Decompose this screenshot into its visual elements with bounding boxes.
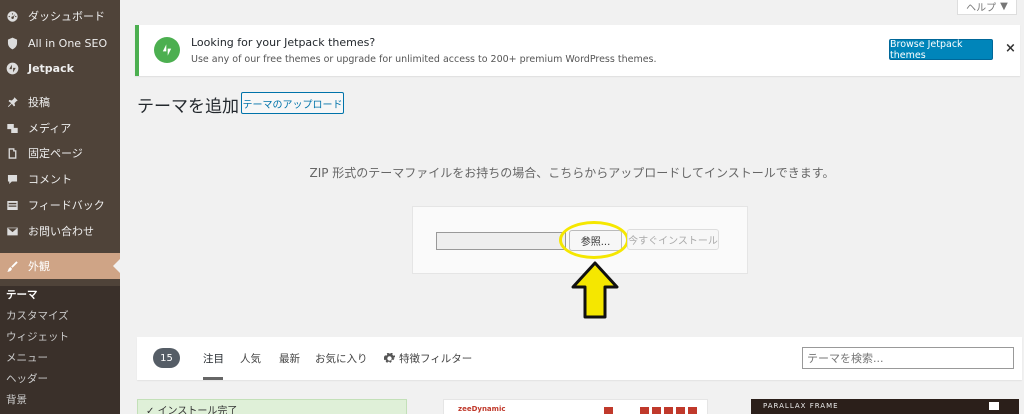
card-logo: zeeDynamic bbox=[458, 405, 506, 413]
sidebar-item-pages[interactable]: 固定ページ bbox=[0, 140, 120, 166]
active-tab-indicator bbox=[203, 377, 223, 380]
social-icon bbox=[676, 407, 685, 414]
triangle-down-icon: ▼ bbox=[1000, 0, 1008, 12]
jetpack-icon bbox=[5, 61, 19, 75]
mail-icon bbox=[5, 224, 19, 238]
sidebar-item-label: フィードバック bbox=[28, 199, 105, 212]
submenu-item-customize[interactable]: カスタマイズ bbox=[6, 307, 69, 325]
sidebar-item-label: メディア bbox=[28, 122, 72, 135]
sidebar-item-label: All in One SEO bbox=[28, 36, 108, 50]
submenu-item-header[interactable]: ヘッダー bbox=[6, 370, 48, 388]
gear-icon bbox=[384, 353, 395, 363]
close-icon[interactable]: × bbox=[1005, 41, 1016, 56]
card-title: PARALLAX FRAME bbox=[763, 402, 839, 410]
feedback-icon bbox=[5, 198, 19, 212]
sidebar-item-label: 固定ページ bbox=[28, 147, 83, 160]
theme-card-parallax-frame[interactable]: PARALLAX FRAME bbox=[751, 399, 1019, 414]
browse-button[interactable]: 参照... bbox=[569, 230, 622, 251]
sidebar-item-contact[interactable]: お問い合わせ bbox=[0, 218, 120, 244]
social-icon bbox=[652, 407, 661, 414]
submenu-item-widgets[interactable]: ウィジェット bbox=[6, 328, 69, 346]
theme-card-installed[interactable]: ✓ インストール完了 bbox=[137, 399, 407, 414]
sidebar-item-media[interactable]: メディア bbox=[0, 115, 120, 141]
pin-icon bbox=[5, 95, 19, 109]
sidebar-item-dashboard[interactable]: ダッシュボード bbox=[0, 3, 120, 29]
theme-search-input[interactable] bbox=[802, 347, 1014, 369]
up-arrow-annotation bbox=[571, 261, 619, 319]
sidebar-item-appearance[interactable]: 外観 bbox=[0, 253, 120, 279]
sidebar-item-label: ダッシュボード bbox=[28, 10, 105, 23]
comment-icon bbox=[5, 172, 19, 186]
sidebar-item-jetpack[interactable]: Jetpack bbox=[0, 55, 120, 81]
feature-filter-button[interactable]: 特徴フィルター bbox=[384, 351, 472, 366]
social-icon bbox=[604, 407, 613, 414]
file-path-field[interactable] bbox=[436, 232, 566, 250]
jetpack-logo-icon bbox=[154, 37, 180, 63]
tab-favorites[interactable]: お気に入り bbox=[315, 351, 368, 366]
sidebar-item-comments[interactable]: コメント bbox=[0, 166, 120, 192]
notice-description: Use any of our free themes or upgrade fo… bbox=[191, 54, 657, 65]
admin-sidebar: ダッシュボード All in One SEO Jetpack 投稿 メディア 固… bbox=[0, 0, 120, 414]
tab-popular[interactable]: 人気 bbox=[240, 351, 261, 366]
page-icon bbox=[5, 146, 19, 160]
tab-featured[interactable]: 注目 bbox=[203, 351, 224, 366]
submenu-item-menus[interactable]: メニュー bbox=[6, 349, 48, 367]
sidebar-item-label: お問い合わせ bbox=[28, 225, 94, 238]
submenu-item-background[interactable]: 背景 bbox=[6, 391, 27, 409]
dashboard-icon bbox=[5, 9, 19, 23]
theme-count-badge: 15 bbox=[153, 348, 180, 368]
jetpack-notice: Looking for your Jetpack themes? Use any… bbox=[135, 25, 1020, 76]
theme-filter-bar: 15 注目 人気 最新 お気に入り 特徴フィルター bbox=[137, 337, 1022, 380]
sidebar-item-all-in-one-seo[interactable]: All in One SEO bbox=[0, 30, 120, 56]
browse-jetpack-themes-button[interactable]: Browse Jetpack themes bbox=[889, 39, 993, 61]
help-label: ヘルプ bbox=[966, 2, 997, 14]
page-title: テーマを追加 bbox=[137, 97, 239, 117]
sidebar-item-label: 投稿 bbox=[28, 96, 50, 109]
sidebar-item-posts[interactable]: 投稿 bbox=[0, 89, 120, 115]
appearance-submenu: テーマ カスタマイズ ウィジェット メニュー ヘッダー 背景 bbox=[0, 286, 120, 414]
social-icon bbox=[664, 407, 673, 414]
sidebar-item-label: 外観 bbox=[28, 260, 50, 273]
brush-icon bbox=[5, 259, 19, 273]
upload-description: ZIP 形式のテーマファイルをお持ちの場合、こちらからアップロードしてインストー… bbox=[309, 166, 835, 180]
notice-title: Looking for your Jetpack themes? bbox=[191, 36, 376, 49]
sidebar-item-feedback[interactable]: フィードバック bbox=[0, 192, 120, 218]
tab-latest[interactable]: 最新 bbox=[279, 351, 300, 366]
social-icon bbox=[640, 407, 649, 414]
feature-filter-label: 特徴フィルター bbox=[399, 353, 473, 365]
upload-theme-button[interactable]: テーマのアップロード bbox=[241, 92, 344, 114]
media-icon bbox=[5, 121, 19, 135]
social-icon bbox=[688, 407, 697, 414]
installed-label: ✓ インストール完了 bbox=[146, 406, 238, 414]
submenu-item-themes[interactable]: テーマ bbox=[6, 286, 38, 304]
sidebar-item-label: Jetpack bbox=[28, 61, 74, 75]
help-tab[interactable]: ヘルプ ▼ bbox=[957, 0, 1017, 15]
card-badge bbox=[989, 402, 999, 410]
install-now-button: 今すぐインストール bbox=[627, 229, 719, 250]
sidebar-item-label: コメント bbox=[28, 173, 72, 186]
shield-icon bbox=[5, 36, 19, 50]
theme-card-zeedynamic[interactable]: zeeDynamic bbox=[443, 399, 708, 414]
